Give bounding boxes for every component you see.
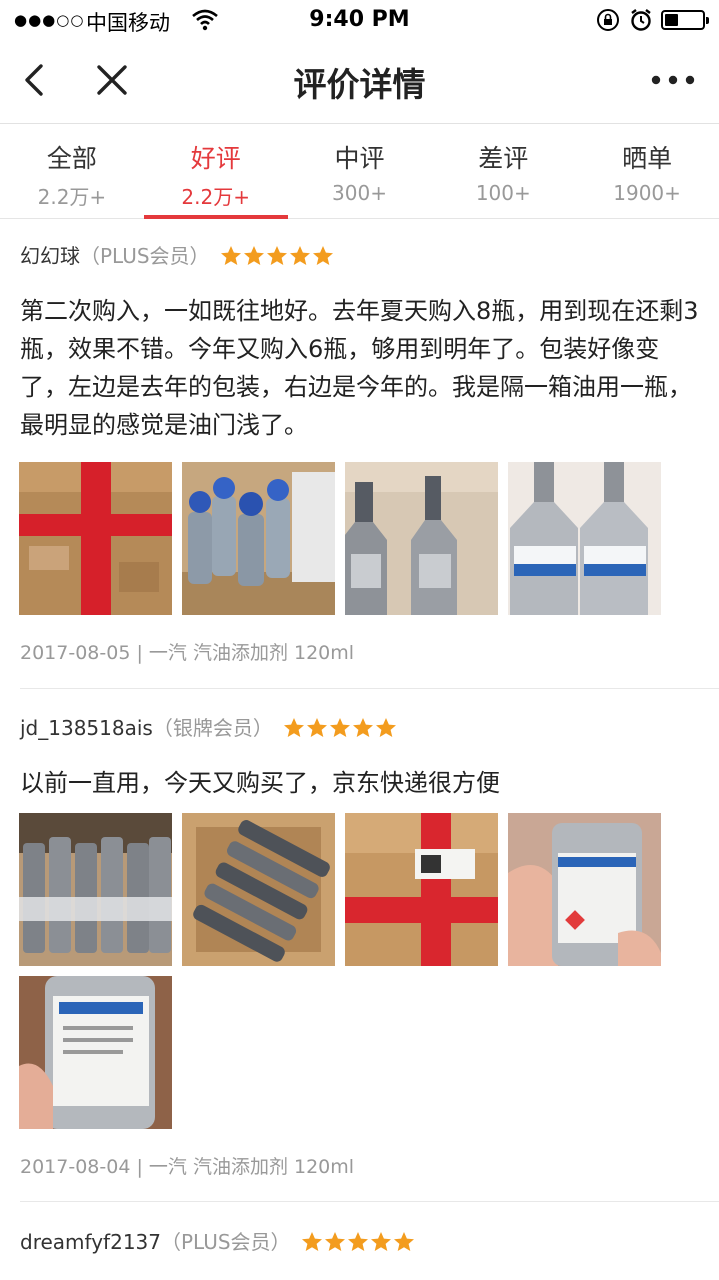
review-meta: 2017-08-05 | 一汽 汽油添加剂 120ml — [20, 638, 354, 665]
review-date: 2017-08-04 — [20, 1156, 131, 1178]
tab-positive[interactable]: 好评 2.2万+ — [143, 125, 288, 219]
review-photo[interactable] — [19, 813, 172, 966]
meta-separator: | — [130, 1156, 149, 1178]
review-meta: 2017-08-04 | 一汽 汽油添加剂 120ml — [20, 1152, 354, 1179]
star-icon — [352, 717, 374, 738]
review-photo[interactable] — [345, 462, 498, 615]
member-level: （银牌会员） — [152, 716, 273, 740]
review-item: jd_138518ais（银牌会员） 以前一直用，今天又购买了，京东快递很方便 — [0, 712, 719, 1202]
review-header: jd_138518ais（银牌会员） — [20, 712, 398, 742]
tab-count: 2.2万+ — [37, 185, 107, 209]
review-photo[interactable] — [19, 976, 172, 1129]
meta-separator: | — [130, 642, 149, 664]
review-item: dreamfyf2137（PLUS会员） — [0, 1226, 719, 1280]
review-date: 2017-08-05 — [20, 642, 131, 664]
rating-filter-tabs: 全部 2.2万+ 好评 2.2万+ 中评 300+ 差评 100+ 晒单 190… — [0, 125, 719, 219]
orientation-lock-icon — [596, 8, 620, 37]
tab-count: 2.2万+ — [181, 185, 250, 209]
star-icon — [289, 245, 311, 266]
review-header: dreamfyf2137（PLUS会员） — [20, 1226, 416, 1256]
tab-count: 1900+ — [613, 181, 681, 205]
tab-label: 中评 — [334, 144, 385, 173]
tab-neutral[interactable]: 中评 300+ — [288, 125, 432, 218]
review-photo[interactable] — [19, 462, 172, 615]
star-icon — [266, 245, 288, 266]
tab-label: 差评 — [478, 144, 529, 173]
reviewer-name: jd_138518ais — [20, 716, 153, 740]
battery-level — [665, 14, 678, 26]
reviewer-name: dreamfyf2137 — [20, 1230, 161, 1254]
star-rating — [220, 245, 335, 270]
member-level: （PLUS会员） — [161, 1230, 291, 1254]
star-icon — [393, 1231, 415, 1252]
review-photo[interactable] — [508, 462, 661, 615]
tab-label: 全部 — [46, 144, 97, 173]
tab-negative[interactable]: 差评 100+ — [431, 125, 575, 218]
tab-count: 300+ — [332, 181, 387, 205]
star-icon — [312, 245, 334, 266]
star-icon — [329, 717, 351, 738]
divider — [20, 1201, 719, 1202]
product-variant: 一汽 汽油添加剂 120ml — [148, 642, 355, 664]
member-level: （PLUS会员） — [80, 244, 210, 268]
tab-label: 晒单 — [622, 144, 673, 173]
tab-photos[interactable]: 晒单 1900+ — [575, 125, 719, 218]
review-photo[interactable] — [345, 813, 498, 966]
star-icon — [324, 1231, 346, 1252]
status-bar: ●●●○○ 中国移动 9:40 PM — [0, 0, 719, 40]
star-icon — [220, 245, 242, 266]
review-header: 幻幻球（PLUS会员） — [20, 240, 335, 270]
review-text: 以前一直用，今天又购买了，京东快递很方便 — [20, 769, 500, 797]
star-icon — [306, 717, 328, 738]
page-title: 评价详情 — [293, 65, 426, 104]
review-item: 幻幻球（PLUS会员） 第二次购入，一如既往地好。去年夏天购入8瓶，用到现在还剩… — [0, 240, 719, 690]
star-rating — [301, 1231, 416, 1256]
review-photo[interactable] — [182, 813, 335, 966]
tab-all[interactable]: 全部 2.2万+ — [0, 125, 144, 218]
review-photo[interactable] — [508, 813, 661, 966]
tab-count: 100+ — [475, 181, 531, 205]
nav-bar: 评价详情 — [0, 40, 719, 124]
review-photo[interactable] — [182, 462, 335, 615]
star-icon — [370, 1231, 392, 1252]
battery-icon — [661, 10, 709, 30]
divider — [20, 688, 719, 689]
star-icon — [375, 717, 397, 738]
review-text: 第二次购入，一如既往地好。去年夏天购入8瓶，用到现在还剩3瓶，效果不错。今年又购… — [20, 297, 699, 439]
star-icon — [283, 717, 305, 738]
product-variant: 一汽 汽油添加剂 120ml — [148, 1156, 355, 1178]
alarm-icon — [630, 8, 652, 37]
star-icon — [243, 245, 265, 266]
more-options-icon[interactable] — [648, 70, 698, 90]
star-icon — [347, 1231, 369, 1252]
star-icon — [301, 1231, 323, 1252]
star-rating — [283, 717, 398, 742]
reviewer-name: 幻幻球 — [20, 244, 80, 268]
tab-label: 好评 — [190, 144, 241, 173]
